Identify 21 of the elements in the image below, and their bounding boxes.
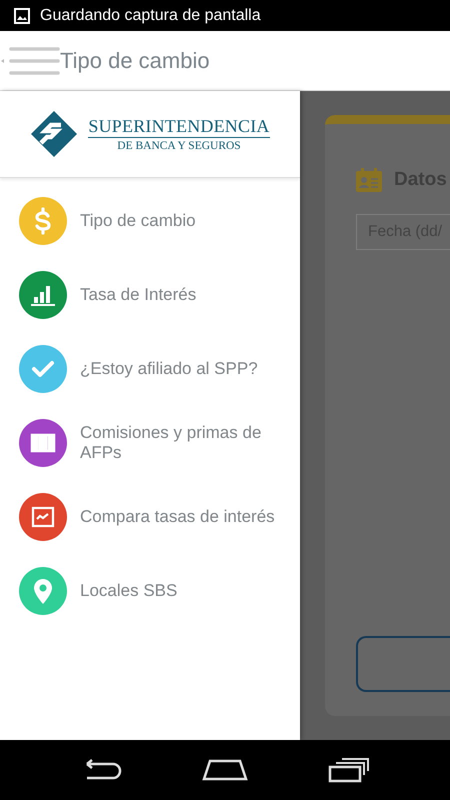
chart-icon (19, 493, 67, 541)
menu-item[interactable]: ¿Estoy afiliado al SPP? (0, 345, 300, 393)
pin-icon (19, 567, 67, 615)
menu-item[interactable]: Compara tasas de interés (0, 493, 300, 541)
menu-item[interactable]: Locales SBS (0, 567, 300, 615)
menu-item[interactable]: Tasa de Interés (0, 271, 300, 319)
logo-subtitle: DE BANCA Y SEGUROS (117, 140, 241, 152)
page-title: Tipo de cambio (60, 48, 210, 74)
logo-icon (30, 110, 78, 158)
menu-item[interactable]: Tipo de cambio (0, 197, 300, 245)
recents-button[interactable] (327, 757, 371, 783)
logo-title: SUPERINTENDENCIA (88, 116, 270, 138)
notification-text: Guardando captura de pantalla (40, 6, 261, 24)
menu-item[interactable]: Comisiones y primas de AFPs (0, 419, 300, 467)
bars-icon (19, 271, 67, 319)
calendar-icon (356, 168, 382, 192)
dollar-icon (19, 197, 67, 245)
check-icon (19, 345, 67, 393)
picture-icon (14, 8, 30, 24)
home-button[interactable] (201, 758, 249, 782)
columns-icon (19, 419, 67, 467)
